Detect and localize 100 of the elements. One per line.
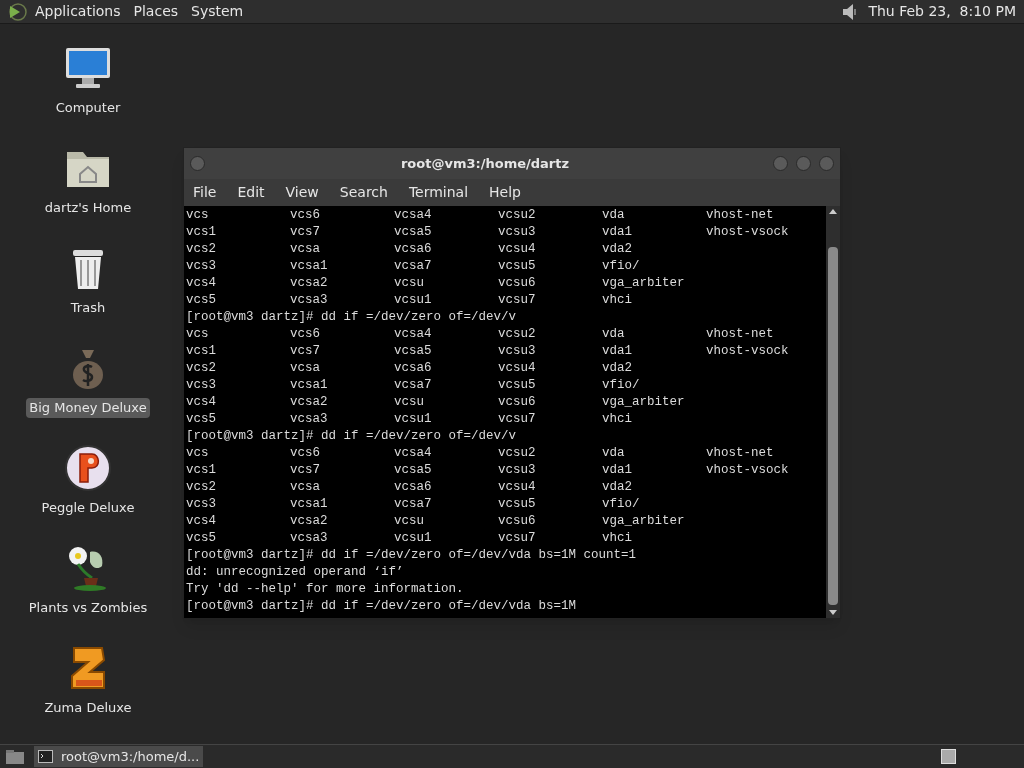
- file-name: vcs3: [186, 258, 217, 276]
- file-name: vcsu4: [498, 360, 537, 378]
- file-name: vcsa2: [290, 275, 329, 293]
- file-name: vcs4: [186, 513, 217, 531]
- file-name: vhost-net: [706, 207, 775, 225]
- file-name: vcsu: [394, 275, 425, 293]
- file-name: vcs1: [186, 462, 217, 480]
- file-name: vda2: [602, 360, 633, 378]
- file-name: vcs6: [290, 207, 321, 225]
- file-name: vcs2: [186, 479, 217, 497]
- file-name: vcsu3: [498, 343, 537, 361]
- file-name: vcsu7: [498, 530, 537, 548]
- file-name: vcsa6: [394, 360, 433, 378]
- file-name: vcsu6: [498, 394, 537, 412]
- file-name: vcsa: [290, 241, 321, 259]
- panel-menu[interactable]: Places: [133, 1, 179, 23]
- file-name: vcsu5: [498, 496, 537, 514]
- desktop-icon-label[interactable]: Trash: [67, 298, 109, 318]
- file-name: vcsu7: [498, 292, 537, 310]
- file-name: vcs7: [290, 224, 321, 242]
- file-name: vcsu7: [498, 411, 537, 429]
- file-name: vcs5: [186, 292, 217, 310]
- file-name: vcsu1: [394, 292, 433, 310]
- file-name: vcsa2: [290, 513, 329, 531]
- terminal-line: [root@vm3 dartz]# dd if =/dev/zero of=/dev/vda bs=1M: [186, 599, 577, 614]
- panel-menu[interactable]: System: [191, 1, 244, 23]
- file-name: vcsu4: [498, 479, 537, 497]
- file-name: vhci: [602, 530, 633, 548]
- file-name: vcsa3: [290, 411, 329, 429]
- file-name: vhost-net: [706, 445, 775, 463]
- menu-item[interactable]: Help: [489, 182, 521, 204]
- file-name: vda1: [602, 343, 633, 361]
- file-name: vcs: [186, 207, 210, 225]
- file-name: vcsa5: [394, 224, 433, 242]
- menu-item[interactable]: View: [285, 182, 319, 204]
- file-name: vcsa: [290, 360, 321, 378]
- file-name: vcsa1: [290, 496, 329, 514]
- file-name: vcsu6: [498, 513, 537, 531]
- menu-item[interactable]: Edit: [237, 182, 265, 204]
- desktop-icon-label[interactable]: Big Money Deluxe: [26, 398, 150, 418]
- desktop-icon-label[interactable]: Zuma Deluxe: [41, 698, 135, 718]
- file-name: vcsa4: [394, 326, 433, 344]
- file-name: vcsu1: [394, 411, 433, 429]
- file-name: vcsu2: [498, 207, 537, 225]
- file-name: vcs7: [290, 343, 321, 361]
- file-name: vcsa7: [394, 377, 433, 395]
- file-name: vcs1: [186, 224, 217, 242]
- terminal-line: Try 'dd --help' for more information.: [186, 582, 464, 597]
- file-name: vcs3: [186, 496, 217, 514]
- file-name: vcsu3: [498, 224, 537, 242]
- file-name: vhci: [602, 411, 633, 429]
- file-name: vcsa5: [394, 462, 433, 480]
- menu-item[interactable]: Search: [339, 182, 388, 204]
- file-name: vcs5: [186, 411, 217, 429]
- task-label: root@vm3:/home/d...: [61, 748, 200, 766]
- file-name: vda: [602, 326, 626, 344]
- menu-item[interactable]: File: [193, 182, 217, 204]
- desktop-icon-label[interactable]: Plants vs Zombies: [25, 598, 151, 618]
- file-name: vcsa3: [290, 530, 329, 548]
- file-name: vcs5: [186, 530, 217, 548]
- file-name: vcsu3: [498, 462, 537, 480]
- file-name: vcsa7: [394, 258, 433, 276]
- file-name: vda2: [602, 241, 633, 259]
- file-name: vcs7: [290, 462, 321, 480]
- file-name: vhost-vsock: [706, 343, 790, 361]
- file-name: vga_arbiter: [602, 394, 686, 412]
- file-name: vcs: [186, 326, 210, 344]
- file-name: vcsu4: [498, 241, 537, 259]
- terminal-line: [root@vm3 dartz]# dd if =/dev/zero of=/dev/vda bs=1M count=1: [186, 548, 637, 563]
- file-name: vcs4: [186, 275, 217, 293]
- workspace-switcher[interactable]: [941, 749, 956, 765]
- file-name: vga_arbiter: [602, 513, 686, 531]
- desktop-icon-label[interactable]: Peggle Deluxe: [38, 498, 138, 518]
- file-name: vcsa6: [394, 241, 433, 259]
- desktop-icon-label[interactable]: Computer: [52, 98, 124, 118]
- file-name: vcsa7: [394, 496, 433, 514]
- desktop-icon-label[interactable]: dartz's Home: [41, 198, 135, 218]
- file-name: vga_arbiter: [602, 275, 686, 293]
- scroll-thumb[interactable]: [828, 247, 838, 606]
- file-name: vfio/: [602, 258, 641, 276]
- task-button[interactable]: root@vm3:/home/d...: [34, 746, 204, 768]
- file-name: vcsu2: [498, 445, 537, 463]
- file-name: vcs2: [186, 360, 217, 378]
- panel-menu[interactable]: Applications: [35, 1, 121, 23]
- menu-item[interactable]: Terminal: [408, 182, 469, 204]
- file-name: vcsu5: [498, 258, 537, 276]
- file-name: vcsa1: [290, 258, 329, 276]
- file-name: vcs: [186, 445, 210, 463]
- file-name: vhost-vsock: [706, 462, 790, 480]
- clock[interactable]: Thu Feb 23, 8:10 PM: [868, 1, 1016, 23]
- file-name: vcsa5: [394, 343, 433, 361]
- file-name: vcs4: [186, 394, 217, 412]
- file-name: vcs6: [290, 326, 321, 344]
- terminal-icon: [38, 750, 53, 764]
- scrollbar[interactable]: [826, 206, 840, 619]
- file-name: vcsa2: [290, 394, 329, 412]
- file-name: vda: [602, 207, 626, 225]
- show-desktop-icon[interactable]: [5, 748, 25, 765]
- logo-icon: [7, 1, 27, 22]
- file-name: vcsa3: [290, 292, 329, 310]
